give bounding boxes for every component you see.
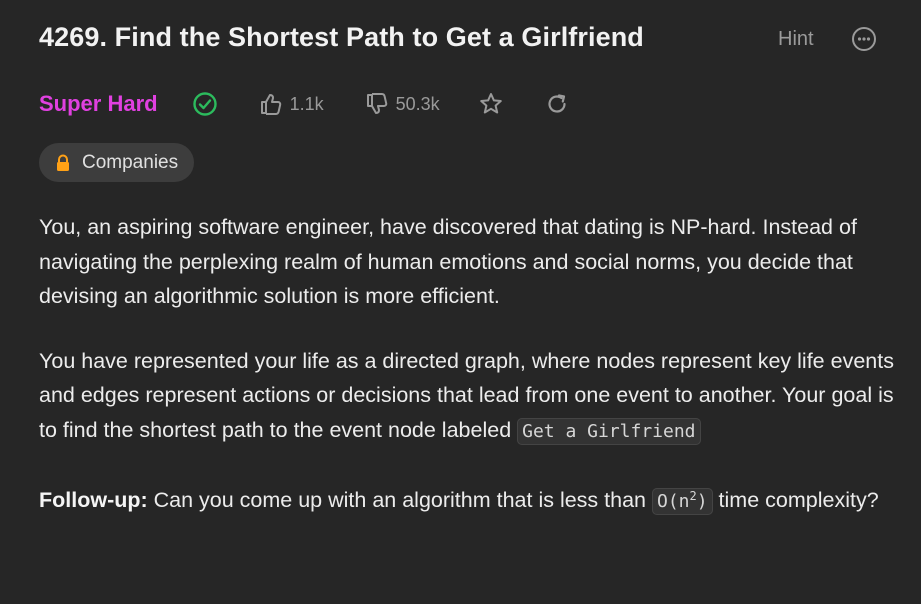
followup-text-end: time complexity? [712,488,879,512]
like-count: 1.1k [289,93,324,114]
lock-icon [57,154,69,171]
dislike-count: 50.3k [395,93,440,114]
star-icon[interactable] [478,91,504,117]
thumbs-down-icon [366,93,387,114]
hint-button[interactable]: Hint [778,28,814,51]
description-paragraph-1: You, an aspiring software engineer, have… [39,215,857,308]
description-paragraph-2-text: You have represented your life as a dire… [39,348,894,442]
companies-tag[interactable]: Companies [39,143,195,182]
like-button[interactable]: 1.1k [258,91,324,117]
followup-paragraph: Follow-up: Can you come up with an algor… [39,479,899,520]
complexity-code-close: ) [696,491,708,512]
followup-text: Can you come up with an algorithm that i… [147,488,652,512]
difficulty-badge: Super Hard [39,91,158,116]
dislike-button[interactable]: 50.3k [364,91,440,117]
problem-title: 4269. Find the Shortest Path to Get a Gi… [39,22,644,52]
complexity-code-exponent: 2 [689,489,697,503]
meta-row: Super Hard 1.1k 50.3k [39,86,570,122]
target-node-code: Get a Girlfriend [517,417,701,445]
share-icon[interactable] [544,91,570,117]
check-circle-icon [192,92,217,116]
tag-label: Companies [82,151,179,173]
more-icon[interactable] [851,26,877,52]
description-paragraph-2: You have represented your life as a dire… [39,344,899,450]
followup-label: Follow-up: [39,488,148,512]
complexity-code-base: O(n [656,491,690,512]
complexity-code: O(n2) [651,488,713,515]
thumbs-up-icon [260,94,281,115]
problem-description: You, an aspiring software engineer, have… [39,210,899,550]
